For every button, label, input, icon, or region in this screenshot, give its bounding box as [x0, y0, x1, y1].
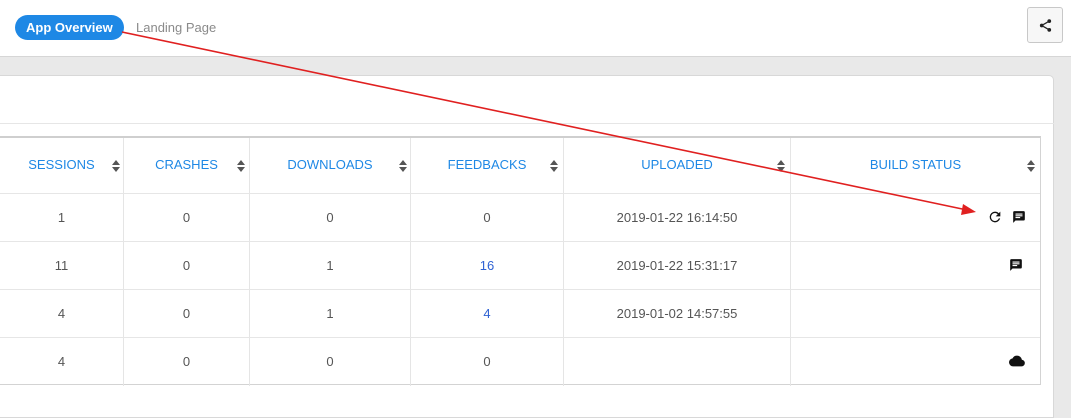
annotation-arrow: [121, 31, 976, 215]
